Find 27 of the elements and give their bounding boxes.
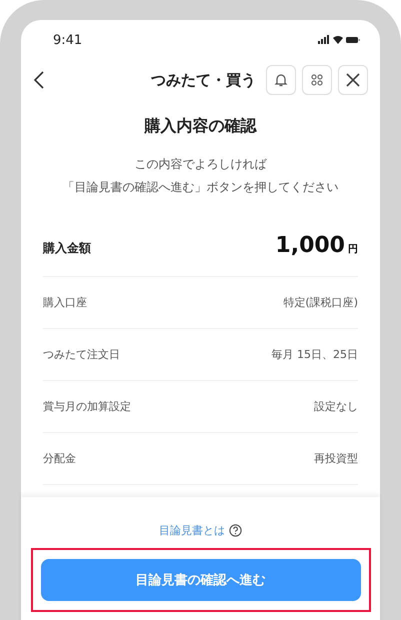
amount-value: 1,000 [275, 233, 345, 258]
currency-unit: 円 [348, 243, 358, 256]
grid-icon [310, 73, 324, 87]
back-icon[interactable] [33, 71, 45, 89]
row-value: 特定(課税口座) [283, 295, 358, 310]
row-label: 購入口座 [43, 295, 87, 310]
row-value: 設定なし [314, 399, 358, 414]
row-value: 再投資型 [314, 451, 358, 466]
page-heading: 購入内容の確認 [143, 116, 258, 137]
menu-button[interactable] [302, 65, 332, 95]
proceed-button[interactable]: 目論見書の確認へ進む [40, 559, 360, 601]
status-icons [318, 35, 360, 45]
status-time: 9:41 [53, 32, 82, 48]
notification-button[interactable] [266, 65, 296, 95]
row-label: 分配金 [43, 451, 76, 466]
prospectus-link[interactable]: 目論見書とは [159, 523, 225, 538]
intro-text: この内容でよろしければ [134, 156, 268, 173]
row-label: つみたて注文日 [43, 347, 120, 362]
bell-icon [273, 72, 289, 88]
intro-text: 「目論見書の確認へ進む」ボタンを押してください [62, 179, 340, 196]
amount-label: 購入金額 [43, 240, 91, 257]
close-button[interactable] [338, 65, 368, 95]
close-icon [346, 73, 360, 87]
screen-title: つみたて・買う [151, 70, 256, 90]
row-value: 毎月 15日、25日 [272, 347, 358, 362]
help-icon[interactable] [229, 524, 242, 537]
row-label: 賞与月の加算設定 [43, 399, 131, 414]
